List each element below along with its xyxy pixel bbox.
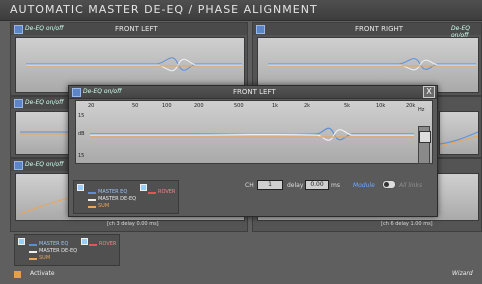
legend-swatch-master-de-eq bbox=[29, 251, 37, 253]
ch-label: CH bbox=[245, 182, 254, 189]
eq-curves bbox=[26, 57, 242, 72]
toggle-knob bbox=[384, 182, 389, 187]
delay-readout: [ch 6 delay 1.00 ms] bbox=[381, 221, 433, 227]
panel-title: FRONT RIGHT bbox=[355, 25, 404, 33]
legend-rover: ROVER bbox=[158, 189, 176, 195]
bottom-legend: MASTER EQ MASTER DE-EQ SUM ROVER bbox=[14, 234, 120, 266]
deeq-toggle-label[interactable]: De-EQ on/off bbox=[25, 99, 63, 106]
panel-header: De-EQ on/off FRONT LEFT bbox=[11, 23, 247, 35]
close-button[interactable]: X bbox=[423, 86, 435, 98]
eq-curves-large bbox=[90, 127, 414, 141]
module-toggle[interactable] bbox=[382, 180, 396, 189]
legend-swatch-sum bbox=[29, 258, 37, 260]
legend-rover: ROVER bbox=[99, 241, 117, 247]
master-eq-curve bbox=[26, 57, 242, 71]
module-label: Module bbox=[353, 182, 375, 189]
wizard-button[interactable]: Wizard bbox=[452, 270, 473, 277]
legend-master-eq: MASTER EQ bbox=[98, 189, 128, 195]
activate-icon bbox=[14, 271, 21, 278]
eq-graph-large[interactable]: 20 50 100 200 500 1k 2k 5k 10k 20k Hz 15… bbox=[75, 100, 433, 164]
legend-master-de-eq: MASTER DE-EQ bbox=[39, 248, 78, 254]
ms-label: ms bbox=[331, 182, 340, 189]
all-links-label[interactable]: All links bbox=[399, 182, 422, 189]
front-left-detail-dialog: De-EQ on/off FRONT LEFT X 20 50 100 200 … bbox=[68, 85, 438, 217]
channel-field[interactable]: 1 bbox=[257, 180, 283, 190]
panel-title: FRONT LEFT bbox=[115, 25, 158, 33]
deeq-toggle-icon[interactable] bbox=[14, 99, 23, 108]
eq-graph[interactable] bbox=[439, 111, 479, 155]
legend-master-eq: MASTER EQ bbox=[39, 241, 69, 247]
master-de-eq-curve bbox=[26, 58, 242, 72]
panel-header: FRONT RIGHT De-EQ on/off bbox=[253, 23, 481, 39]
delay-label: delay bbox=[287, 182, 304, 189]
legend-checkbox[interactable] bbox=[77, 184, 84, 191]
legend-swatch-master-eq bbox=[29, 244, 37, 246]
legend-sum: SUM bbox=[98, 203, 110, 209]
eq-curves bbox=[268, 58, 476, 71]
title-bar: AUTOMATIC MASTER DE-EQ / PHASE ALIGNMENT bbox=[0, 0, 482, 21]
slider-handle[interactable] bbox=[419, 131, 431, 143]
legend-checkbox[interactable] bbox=[81, 238, 88, 245]
deeq-toggle-icon[interactable] bbox=[256, 25, 265, 34]
delay-readout: [ch 3 delay 0.00 ms] bbox=[107, 221, 159, 227]
panel-mid-right bbox=[436, 96, 482, 158]
activate-label: Activate bbox=[30, 270, 55, 277]
app-title: AUTOMATIC MASTER DE-EQ / PHASE ALIGNMENT bbox=[10, 3, 318, 16]
legend-checkbox[interactable] bbox=[140, 184, 147, 191]
legend-checkbox[interactable] bbox=[18, 238, 25, 245]
deeq-toggle-label[interactable]: De-EQ on/off bbox=[25, 25, 63, 32]
deeq-toggle-label[interactable]: De-EQ on/off bbox=[83, 88, 121, 95]
legend-sum: SUM bbox=[39, 255, 51, 261]
gain-slider[interactable] bbox=[418, 126, 431, 164]
dialog-legend: MASTER EQ MASTER DE-EQ SUM ROVER bbox=[73, 180, 179, 214]
legend-master-de-eq: MASTER DE-EQ bbox=[98, 196, 137, 202]
deeq-toggle-icon[interactable] bbox=[72, 88, 81, 97]
legend-swatch-rover bbox=[89, 244, 97, 246]
delay-field[interactable]: 0.00 bbox=[305, 180, 329, 190]
deeq-toggle-icon[interactable] bbox=[14, 161, 23, 170]
deeq-toggle-label[interactable]: De-EQ on/off bbox=[25, 161, 63, 168]
panel-mid-left: De-EQ on/off bbox=[10, 96, 72, 158]
panel-header: De-EQ on/off bbox=[11, 97, 71, 109]
deeq-toggle-icon[interactable] bbox=[14, 25, 23, 34]
dialog-header: De-EQ on/off FRONT LEFT X bbox=[69, 86, 437, 99]
eq-graph[interactable] bbox=[15, 111, 71, 155]
dialog-title: FRONT LEFT bbox=[233, 88, 276, 96]
